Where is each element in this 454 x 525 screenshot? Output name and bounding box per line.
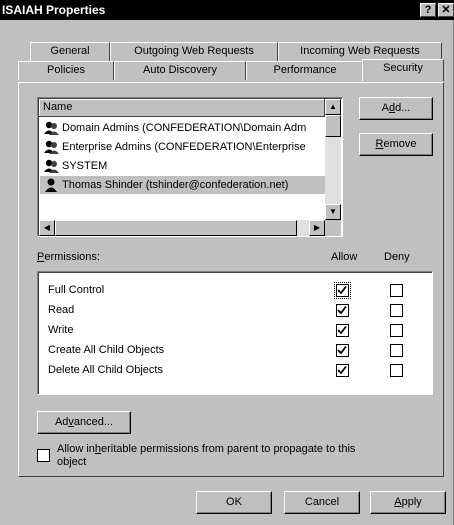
tab-policies[interactable]: Policies (18, 61, 114, 80)
close-icon: ✕ (441, 4, 451, 16)
user-name: Thomas Shinder (tshinder@confederation.n… (62, 179, 289, 191)
permission-name: Full Control (48, 284, 105, 296)
button-label: pply (401, 496, 422, 508)
permission-row: Read (48, 300, 74, 320)
arrow-right-icon: ▶ (313, 223, 321, 232)
permission-row: Create All Child Objects (48, 340, 164, 360)
button-label: anced... (73, 416, 114, 428)
permission-name: Read (48, 304, 75, 316)
user-name: Domain Admins (CONFEDERATION\Domain Adm (62, 122, 307, 134)
tab-general[interactable]: General (30, 42, 110, 61)
listbox-vertical-scrollbar[interactable]: ▲ ▼ (325, 99, 341, 220)
group-icon (44, 121, 59, 135)
accelerator-key: A (394, 496, 402, 508)
list-item[interactable]: Enterprise Admins (CONFEDERATION\Enterpr… (40, 138, 326, 156)
security-tab-panel: Name Domain Admins (CONFEDERATION\Domain… (18, 82, 444, 477)
permission-name: Write (48, 324, 74, 336)
delete-child-deny-checkbox[interactable] (390, 364, 403, 377)
delete-child-allow-checkbox[interactable] (336, 364, 349, 377)
label-text: object (57, 456, 87, 468)
checkmark-icon (337, 345, 347, 355)
tab-label: Policies (47, 64, 85, 76)
tab-label: Auto Discovery (143, 64, 217, 76)
read-deny-checkbox[interactable] (390, 304, 403, 317)
close-button[interactable]: ✕ (438, 3, 454, 17)
write-deny-checkbox[interactable] (390, 324, 403, 337)
window-title: ISAIAH Properties (2, 3, 106, 17)
arrow-left-icon: ◀ (43, 223, 51, 232)
tab-label: Security (383, 62, 423, 74)
permission-row: Full Control (48, 280, 104, 300)
tab-label: General (50, 45, 90, 57)
tab-label: Incoming Web Requests (300, 45, 420, 57)
listbox-horizontal-scrollbar[interactable]: ◀ ▶ (39, 220, 325, 236)
title-bar[interactable]: ISAIAH Properties ? ✕ (0, 0, 454, 20)
label-text: Allow in (57, 443, 95, 455)
list-item[interactable]: Domain Admins (CONFEDERATION\Domain Adm (40, 119, 326, 137)
checkmark-icon (337, 305, 347, 315)
tab-security[interactable]: Security (362, 59, 444, 81)
checkmark-icon (337, 325, 347, 335)
add-button[interactable]: Add... (359, 97, 433, 120)
scroll-thumb[interactable] (55, 220, 297, 236)
user-name: Enterprise Admins (CONFEDERATION\Enterpr… (62, 141, 306, 153)
users-listbox[interactable]: Name Domain Admins (CONFEDERATION\Domain… (37, 97, 343, 237)
scroll-down-button[interactable]: ▼ (325, 204, 341, 220)
apply-button[interactable]: Apply (370, 491, 446, 514)
user-name: SYSTEM (62, 160, 108, 172)
tab-outgoing-web-requests[interactable]: Outgoing Web Requests (110, 42, 278, 61)
button-label: A (381, 102, 389, 114)
scroll-thumb[interactable] (325, 115, 341, 137)
help-icon: ? (424, 4, 432, 16)
permission-row: Delete All Child Objects (48, 360, 163, 380)
user-icon (45, 178, 57, 192)
allow-inheritable-label[interactable]: Allow inheritable permissions from paren… (57, 443, 437, 469)
scroll-right-button[interactable]: ▶ (309, 220, 325, 236)
tab-label: Outgoing Web Requests (134, 45, 254, 57)
permission-name: Create All Child Objects (48, 344, 165, 356)
tab-performance[interactable]: Performance (246, 61, 364, 80)
group-icon (44, 159, 59, 173)
permission-name: Delete All Child Objects (48, 364, 163, 376)
button-label: Ad (54, 416, 69, 428)
tab-auto-discovery[interactable]: Auto Discovery (114, 61, 246, 80)
tab-label: Performance (273, 64, 337, 76)
ok-button[interactable]: OK (196, 491, 272, 514)
permissions-list[interactable]: Full Control Read Write Create All Child… (37, 271, 433, 395)
permission-row: Write (48, 320, 73, 340)
scroll-corner (325, 220, 341, 236)
full-control-deny-checkbox[interactable] (390, 284, 403, 297)
full-control-allow-checkbox[interactable] (336, 284, 349, 297)
group-icon (44, 140, 59, 154)
deny-column-header: Deny (384, 251, 410, 263)
button-label: d... (395, 102, 411, 114)
checkmark-icon (337, 285, 347, 295)
allow-column-header: Allow (331, 251, 358, 263)
button-label: Cancel (304, 496, 340, 508)
column-header-label: Name (43, 101, 73, 113)
list-item[interactable]: SYSTEM (40, 157, 326, 175)
help-button[interactable]: ? (420, 3, 436, 17)
allow-inheritable-checkbox[interactable] (37, 449, 50, 462)
create-child-deny-checkbox[interactable] (390, 344, 403, 357)
label-text: ermissions: (44, 251, 100, 263)
list-item-selected[interactable]: Thomas Shinder (tshinder@confederation.n… (40, 176, 326, 194)
write-allow-checkbox[interactable] (336, 324, 349, 337)
read-allow-checkbox[interactable] (336, 304, 349, 317)
advanced-button[interactable]: Advanced... (37, 411, 131, 434)
name-column-header[interactable]: Name (39, 99, 325, 117)
permissions-label: Permissions: (37, 251, 100, 263)
arrow-up-icon: ▲ (329, 102, 337, 111)
button-label: emove (383, 138, 417, 150)
create-child-allow-checkbox[interactable] (336, 344, 349, 357)
remove-button[interactable]: Remove (359, 133, 433, 156)
scroll-left-button[interactable]: ◀ (39, 220, 55, 236)
checkmark-icon (337, 365, 347, 375)
button-label: OK (226, 496, 242, 508)
cancel-button[interactable]: Cancel (284, 491, 360, 514)
properties-dialog: ISAIAH Properties ? ✕ General Outgoing W… (0, 0, 454, 525)
scroll-up-button[interactable]: ▲ (325, 99, 341, 115)
label-text: eritable permissions from parent to prop… (101, 443, 356, 455)
arrow-down-icon: ▼ (329, 207, 337, 216)
